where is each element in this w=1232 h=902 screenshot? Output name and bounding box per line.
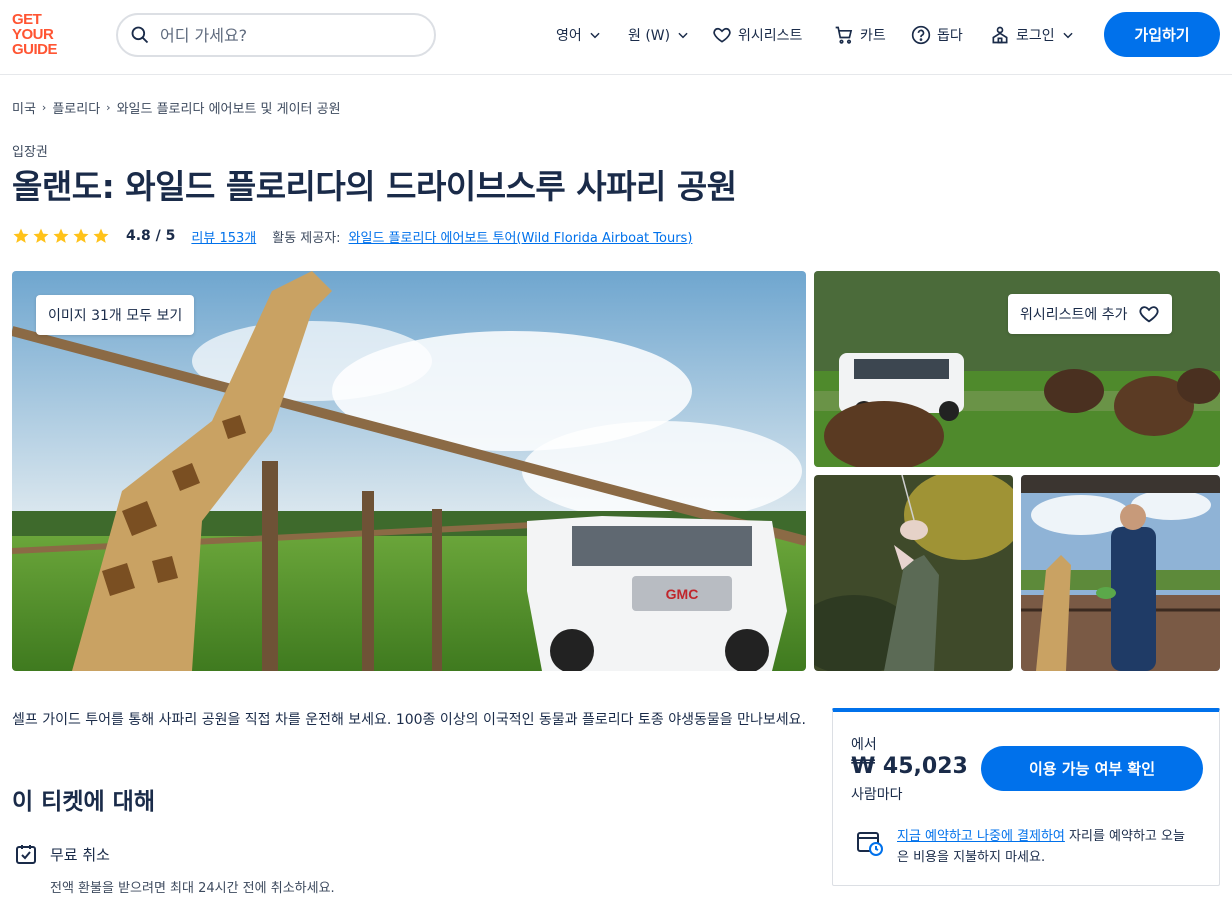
breadcrumb-item-park[interactable]: 와일드 플로리다 에어보트 및 게이터 공원: [117, 98, 341, 117]
photo-alligator[interactable]: [814, 475, 1013, 671]
reserve-now-pay-later: 지금 예약하고 나중에 결제하여 자리를 예약하고 오늘은 비용을 지불하지 마…: [855, 826, 1195, 868]
provider-label: 활동 제공자:: [272, 230, 341, 246]
user-building-icon: [992, 26, 1008, 44]
heart-icon: [713, 27, 731, 43]
photo-giraffe-feeding[interactable]: [1021, 475, 1220, 671]
breadcrumb-item-florida[interactable]: 플로리다: [52, 98, 100, 117]
chevron-right-icon: ›: [41, 101, 47, 114]
rating-stars: [12, 227, 110, 245]
feature-free-cancellation: 무료 취소: [14, 842, 110, 866]
rating-row: 4.8 / 5 리뷰 153개 활동 제공자: 와일드 플로리다 에어보트 투어…: [12, 226, 692, 246]
add-to-wishlist-label: 위시리스트에 추가: [1020, 307, 1128, 323]
product-description: 셀프 가이드 투어를 통해 사파리 공원을 직접 차를 운전해 보세요. 100…: [12, 712, 806, 728]
search-bar[interactable]: [116, 13, 436, 57]
wishlist-link[interactable]: 위시리스트: [712, 22, 802, 48]
help-label: 돕다: [937, 28, 963, 44]
svg-text:GMC: GMC: [666, 586, 699, 602]
chevron-right-icon: ›: [106, 101, 111, 114]
breadcrumb-item-usa[interactable]: 미국: [12, 98, 36, 117]
feature-description: 전액 환불을 받으려면 최대 24시간 전에 취소하세요.: [50, 881, 335, 896]
about-heading: 이 티켓에 대해: [12, 789, 155, 815]
cart-icon: [835, 26, 853, 44]
reviews-link[interactable]: 리뷰 153개: [191, 227, 256, 246]
help-link[interactable]: 돕다: [911, 22, 963, 48]
reserve-now-link[interactable]: 지금 예약하고 나중에 결제하여: [897, 829, 1065, 844]
calendar-check-icon: [16, 845, 36, 864]
star-icon: [93, 228, 109, 243]
cart-label: 카트: [860, 28, 886, 44]
site-header: GET YOUR GUIDE 영어 원 (W) 위시리스트 카트 돕다 로그인 …: [0, 0, 1232, 75]
page-title: 올랜도: 와일드 플로리다의 드라이브스루 사파리 공원: [12, 167, 737, 206]
help-icon: [911, 25, 931, 45]
logo-line-2: YOUR: [12, 26, 54, 43]
signup-button[interactable]: 가입하기: [1104, 12, 1220, 57]
rating-score: 4.8 / 5: [126, 228, 176, 244]
currency-label: 원 (W): [628, 28, 671, 44]
logo-line-1: GET: [12, 11, 42, 28]
check-availability-button[interactable]: 이용 가능 여부 확인: [981, 746, 1203, 791]
calendar-clock-icon: [857, 832, 883, 856]
price-value: ₩ 45,023: [851, 754, 968, 779]
logo-line-3: GUIDE: [12, 41, 58, 58]
provider-link[interactable]: 와일드 플로리다 에어보트 투어(Wild Florida Airboat To…: [349, 227, 693, 246]
cart-link[interactable]: 카트: [834, 22, 886, 48]
login-label: 로그인: [1016, 28, 1055, 44]
language-selector[interactable]: 영어: [556, 22, 602, 48]
star-icon: [33, 228, 49, 243]
breadcrumb: 미국 › 플로리다 › 와일드 플로리다 에어보트 및 게이터 공원: [12, 98, 341, 117]
star-icon: [13, 228, 29, 243]
wishlist-label: 위시리스트: [738, 28, 803, 44]
heart-icon: [1138, 306, 1159, 323]
price-from-label: 에서: [851, 737, 877, 753]
view-all-images-button[interactable]: 이미지 31개 모두 보기: [36, 295, 195, 335]
chevron-down-icon: [678, 32, 688, 39]
reserve-text: 지금 예약하고 나중에 결제하여 자리를 예약하고 오늘은 비용을 지불하지 마…: [897, 826, 1195, 868]
search-icon: [131, 26, 149, 44]
star-icon: [73, 228, 89, 243]
search-input[interactable]: [160, 25, 400, 45]
product-category: 입장권: [12, 145, 48, 160]
currency-selector[interactable]: 원 (W): [628, 22, 690, 48]
language-label: 영어: [556, 28, 582, 44]
feature-title: 무료 취소: [50, 845, 110, 864]
chevron-down-icon: [590, 32, 600, 39]
chevron-down-icon: [1063, 32, 1073, 39]
price-per-person: 사람마다: [851, 787, 903, 803]
login-menu[interactable]: 로그인: [990, 22, 1075, 48]
star-icon: [53, 228, 69, 243]
getyourguide-logo[interactable]: GET YOUR GUIDE: [12, 12, 72, 60]
add-to-wishlist-button[interactable]: 위시리스트에 추가: [1008, 294, 1172, 334]
booking-card: 에서 ₩ 45,023 사람마다 이용 가능 여부 확인 지금 예약하고 나중에…: [832, 708, 1220, 886]
